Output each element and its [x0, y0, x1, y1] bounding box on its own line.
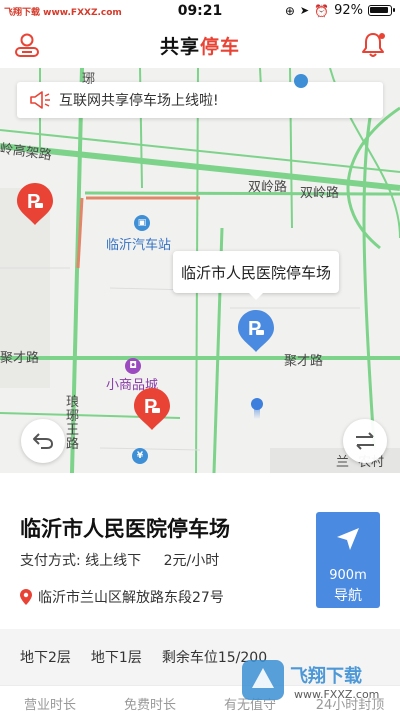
status-bar: 飞翔下载 www.FXXZ.com 09:21 ⊕ ➤ ⏰ 92%: [0, 0, 400, 22]
megaphone-icon: [30, 91, 50, 109]
back-location-button[interactable]: [21, 419, 65, 463]
payment-label: 支付方式:: [20, 553, 81, 569]
map-label-top: 琊: [82, 72, 96, 87]
parking-info-card[interactable]: 临沂市人民医院停车场 支付方式: 线上线下 2元/小时 临沂市兰山区解放路东段2…: [0, 473, 400, 629]
parking-lot-name: 临沂市人民医院停车场: [20, 517, 230, 541]
parking-pin-red-1-label: P: [27, 191, 40, 213]
bus-station-icon[interactable]: ▣: [134, 215, 150, 231]
announcement-banner[interactable]: 互联网共享停车场上线啦!: [17, 82, 383, 118]
map-label-jucai-left: 聚才路: [0, 351, 40, 366]
battery-percent: 92%: [334, 3, 363, 18]
watermark-logo: 飞翔下载 www.FXXZ.com: [242, 660, 379, 701]
map-label-shuangling-2: 双岭路: [300, 186, 340, 201]
location-pin-icon: [20, 589, 32, 605]
bell-icon[interactable]: [360, 31, 386, 59]
floor-b2: 地下2层: [20, 650, 71, 666]
parking-callout[interactable]: 临沂市人民医院停车场: [173, 251, 340, 300]
price-value: 2元/小时: [163, 553, 220, 569]
location-arrow-icon: ➤: [299, 4, 310, 17]
navigate-button[interactable]: 900m 导航: [316, 512, 380, 608]
parking-pin-red-2-label: P: [144, 396, 157, 418]
parking-pin-blue-selected[interactable]: P: [236, 308, 276, 354]
distance-text: 900m: [329, 568, 367, 583]
map-view[interactable]: 互联网共享停车场上线啦! 琊 岭高架路 双岭路 双岭路 聚才路 聚才路 琅 琊 …: [0, 68, 400, 473]
floor-b1: 地下1层: [90, 650, 142, 666]
watermark-bottom-cn: 飞翔下载: [290, 665, 362, 687]
poi-bus-station[interactable]: 临沂汽车站: [106, 234, 171, 253]
address-text: 临沂市兰山区解放路东段27号: [38, 590, 224, 606]
swap-arrows-icon: [356, 432, 374, 450]
watermark-bottom-en: www.FXXZ.com: [294, 688, 379, 701]
navigate-label: 导航: [334, 588, 362, 604]
poi-yen-icon: ¥: [132, 448, 148, 464]
map-label-langya: 琅 琊 王 路: [66, 395, 80, 452]
switch-view-button[interactable]: [343, 419, 387, 463]
parking-pin-red-1[interactable]: P: [15, 181, 55, 227]
map-label-jucai-right: 聚才路: [284, 354, 324, 369]
my-location-dot: [251, 398, 263, 419]
alarm-icon: ⏰: [314, 3, 330, 18]
app-title-main: 共享: [159, 36, 200, 58]
announcement-text: 互联网共享停车场上线啦!: [59, 93, 219, 109]
detail-free-time: 免费时长: [123, 698, 176, 711]
detail-business-hours: 营业时长: [23, 698, 76, 711]
top-nav: 共享停车: [0, 22, 400, 68]
address-row: 临沂市兰山区解放路东段27号: [20, 587, 224, 607]
payment-row: 支付方式: 线上线下 2元/小时: [20, 550, 219, 570]
poi-marker-icon: [294, 74, 308, 88]
app-title-accent: 停车: [200, 36, 241, 58]
parking-pin-blue-label: P: [248, 318, 261, 340]
undo-arrow-icon: [33, 433, 54, 449]
payment-value: 线上线下: [85, 553, 142, 569]
navigation-arrow-icon: [337, 528, 359, 550]
lock-rotation-icon: ⊕: [284, 3, 295, 18]
map-label-shuangling-1: 双岭路: [248, 180, 288, 195]
app-title: 共享停车: [0, 32, 400, 59]
status-indicators: ⊕ ➤ ⏰ 92%: [284, 3, 395, 18]
shopping-bag-icon[interactable]: ◘: [125, 358, 141, 374]
battery-icon: [368, 5, 395, 16]
parking-pin-red-2[interactable]: P: [132, 386, 172, 432]
